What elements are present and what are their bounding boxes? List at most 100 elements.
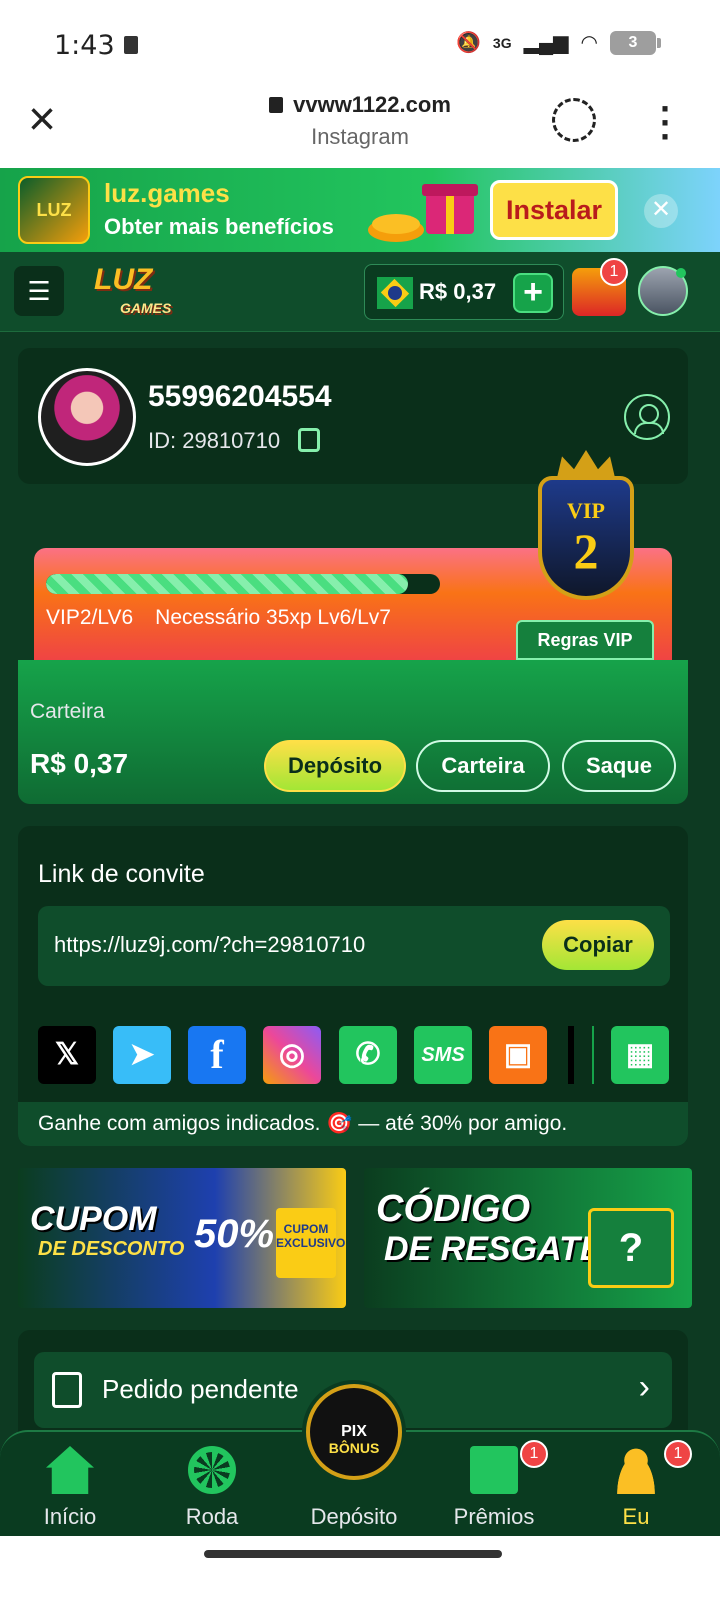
coupon-ticket: CUPOM EXCLUSIVO [276,1208,345,1278]
wifi-icon: ◠ [580,32,598,54]
vip-progress-bar [46,574,440,594]
home-indicator [204,1550,502,1558]
invite-link-box: https://luz9j.com/?ch=29810710 Copiar [38,906,670,986]
close-banner-icon[interactable]: ✕ [644,194,678,228]
nav-wheel[interactable]: Roda [152,1446,272,1530]
sms-share-icon[interactable]: SMS [414,1026,472,1084]
lock-icon [269,97,284,113]
copy-id-icon[interactable] [298,428,320,452]
gift-coins-image [368,184,478,242]
deposit-button[interactable]: Depósito [264,740,406,792]
x-share-icon[interactable]: 𝕏 [38,1026,96,1084]
treasure-chest-icon[interactable]: 1 [572,258,628,316]
nav-label: Início [43,1504,97,1529]
notification-badge: 1 [600,258,628,286]
user-icon [612,1446,660,1494]
vip-requirement: Necessário 35xp Lv6/Lv7 [155,606,391,629]
redeem-code-banner[interactable]: CÓDIGO DE RESGATE ? [364,1168,692,1308]
status-bar: 1:43 🔕 3G ▂▄▆ ◠ 3 [0,0,720,80]
mute-icon: 🔕 [456,32,481,54]
browser-bar: × vvww1122.com Instagram · · · [0,80,720,168]
copy-link-button[interactable]: Copiar [542,920,654,970]
battery-saver-icon [124,36,138,54]
site-logo[interactable]: LUZ GAMES [94,260,206,324]
kwai-share-icon[interactable]: ▣ [489,1026,547,1084]
coupon-banner[interactable]: CUPOM DE DESCONTO 50% CUPOM EXCLUSIVO [18,1168,346,1308]
home-icon [46,1446,94,1494]
header-avatar[interactable] [638,266,688,316]
timer-icon[interactable] [552,98,596,142]
order-list-icon [52,1372,82,1408]
user-id: ID: 29810710 [148,428,281,453]
pix-bonus-button[interactable]: PIX BÔNUS [306,1384,402,1480]
telegram-share-icon[interactable]: ➤ [113,1026,171,1084]
instagram-share-icon[interactable]: ◎ [263,1026,321,1084]
install-tagline: Obter mais benefícios [104,214,334,239]
url-display[interactable]: vvww1122.com [0,92,720,118]
avatar[interactable] [38,368,136,466]
me-badge: 1 [664,1440,692,1468]
mystery-gift-icon: ? [588,1208,674,1288]
add-funds-button[interactable]: + [513,273,553,313]
install-app-name: luz.games [104,178,230,208]
install-banner: LUZ luz.games Obter mais benefícios Inst… [0,168,720,252]
nav-label: Prêmios [453,1504,535,1529]
invite-panel: Link de convite https://luz9j.com/?ch=29… [18,826,688,1146]
install-button[interactable]: Instalar [490,180,618,240]
gesture-bar [0,1536,720,1600]
redeem-subtitle: DE RESGATE [384,1230,603,1268]
app-logo: LUZ [18,176,90,244]
signal-icon: ▂▄▆ [523,32,569,54]
nav-me[interactable]: Eu 1 [576,1440,696,1530]
pix-label: PIX [341,1423,367,1440]
referral-earnings-text: Ganhe com amigos indicados. 🎯 — até 30% … [18,1102,688,1146]
app-header: ☰ LUZ GAMES R$ 0,37 + 1 [0,252,720,332]
coupon-subtitle: DE DESCONTO [38,1238,185,1260]
bonus-label: BÔNUS [328,1440,380,1456]
brazil-flag-icon [377,277,413,309]
username: 55996204554 [148,380,332,413]
menu-icon[interactable]: ☰ [14,266,64,316]
wallet-label: Carteira [30,700,105,723]
scroll-divider-line [592,1026,594,1084]
status-time: 1:43 [54,30,115,61]
vip-badge-label: VIP [567,498,605,523]
nav-label: Eu [622,1504,650,1529]
pending-order-label: Pedido pendente [102,1374,299,1404]
vip-status-text: VIP2/LV6 Necessário 35xp Lv6/Lv7 [46,606,391,630]
chevron-right-icon: › [638,1368,650,1406]
invite-link[interactable]: https://luz9j.com/?ch=29810710 [54,932,365,958]
scroll-divider [568,1026,574,1084]
network-label: 3G [492,34,512,51]
battery-icon: 3 [610,30,661,55]
more-options-icon[interactable]: · · · [660,91,672,155]
vip-badge: VIP 2 [534,450,638,614]
wallet-button[interactable]: Carteira [416,740,550,792]
more-apps-icon[interactable]: ▦ [611,1026,669,1084]
redeem-title: CÓDIGO [376,1188,531,1230]
vip-level: VIP2/LV6 [46,606,134,629]
wallet-balance: R$ 0,37 [30,748,129,779]
withdraw-button[interactable]: Saque [562,740,676,792]
wheel-icon [188,1446,236,1494]
url-text: vvww1122.com [293,92,451,117]
gift-icon [470,1446,518,1494]
vip-rules-button[interactable]: Regras VIP [516,620,654,660]
nav-home[interactable]: Início [10,1446,130,1530]
logo-text: LUZ [94,263,153,296]
browser-source: Instagram [311,124,409,149]
whatsapp-share-icon[interactable]: ✆ [339,1026,397,1084]
nav-label: Roda [185,1504,239,1529]
prizes-badge: 1 [520,1440,548,1468]
nav-prizes[interactable]: Prêmios 1 [434,1440,554,1530]
edit-profile-icon[interactable] [624,394,670,440]
facebook-share-icon[interactable]: f [188,1026,246,1084]
vip-badge-level: 2 [573,523,599,579]
logo-subtext: GAMES [120,300,172,316]
wallet-panel: Carteira R$ 0,37 Depósito Carteira Saque [18,660,688,804]
header-balance[interactable]: R$ 0,37 + [364,264,564,320]
header-balance-amount: R$ 0,37 [419,279,497,304]
share-buttons: 𝕏 ➤ f ◎ ✆ SMS ▣ ▦ [38,1026,670,1084]
coupon-percent: 50% [194,1212,275,1256]
coupon-title: CUPOM [30,1200,157,1238]
